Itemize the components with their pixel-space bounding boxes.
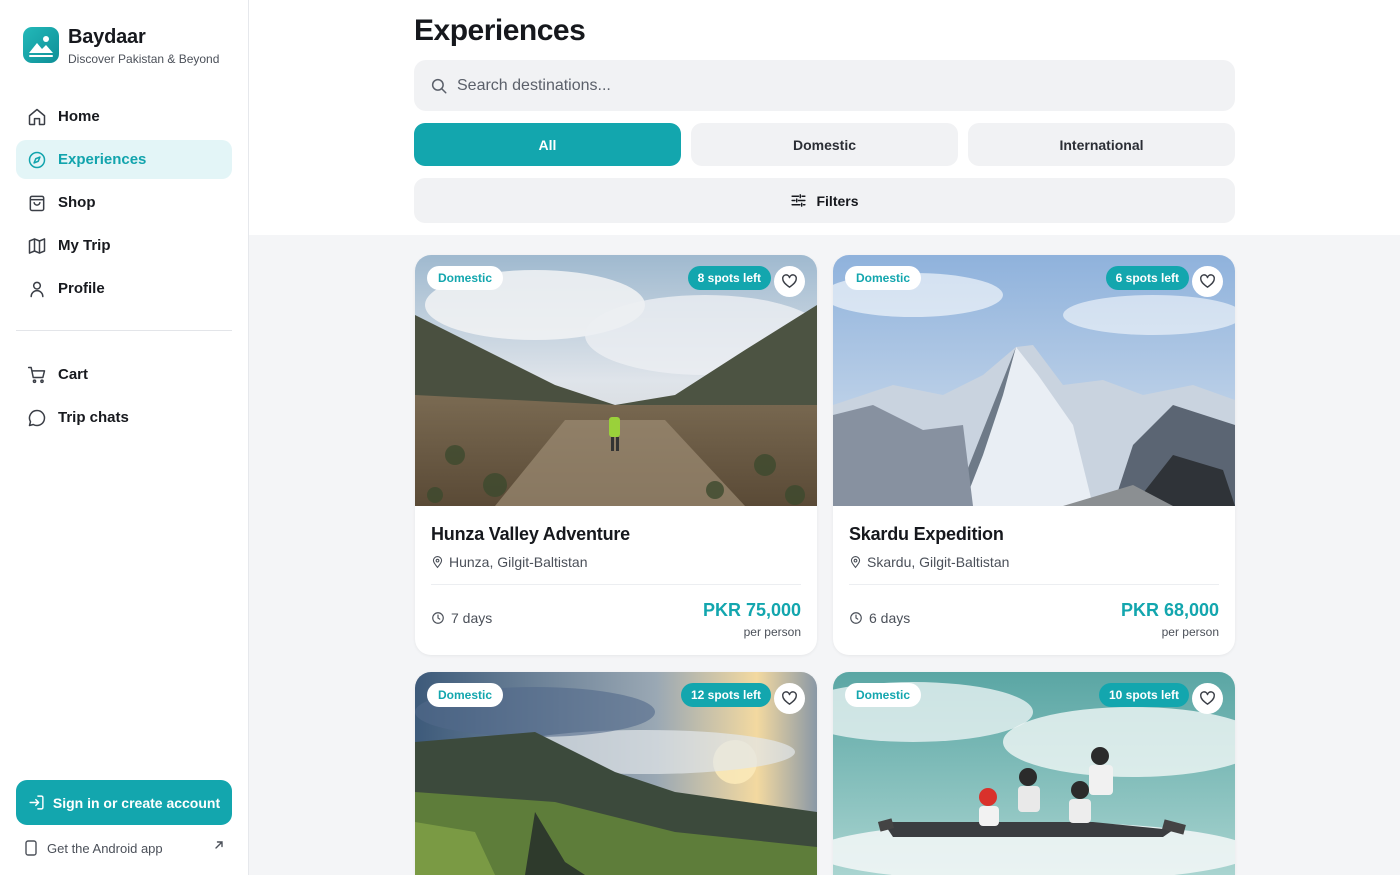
heart-icon: [782, 274, 797, 288]
experience-card[interactable]: Domestic 12 spots left: [415, 672, 817, 875]
experience-image: Domestic 12 spots left: [415, 672, 817, 875]
sidebar-item-label: My Trip: [58, 237, 111, 254]
secondary-nav: Cart Trip chats: [16, 355, 232, 441]
category-badge: Domestic: [427, 266, 504, 290]
price-unit: per person: [743, 625, 801, 639]
primary-nav: Home Experiences Shop My Trip Profile: [16, 97, 232, 312]
sidebar-item-home[interactable]: Home: [16, 97, 232, 136]
category-badge: Domestic: [845, 683, 922, 707]
experience-title: Hunza Valley Adventure: [431, 524, 630, 544]
search-icon: [431, 78, 447, 93]
favorite-button[interactable]: [774, 266, 805, 297]
home-icon: [27, 107, 47, 127]
favorite-button[interactable]: [774, 683, 805, 714]
external-link-icon: [215, 841, 223, 849]
sidebar-item-cart[interactable]: Cart: [16, 355, 232, 394]
card-divider: [849, 584, 1219, 585]
experience-card[interactable]: Domestic 8 spots left Hunza Valley Adven…: [415, 255, 817, 655]
sidebar: Baydaar Discover Pakistan & Beyond Home …: [0, 0, 249, 875]
favorite-button[interactable]: [1192, 683, 1223, 714]
logo-icon: [23, 27, 59, 63]
segment-domestic[interactable]: Domestic: [691, 123, 958, 166]
search-bar[interactable]: [414, 60, 1235, 111]
experience-image: Domestic 6 spots left: [833, 255, 1235, 506]
card-divider: [431, 584, 801, 585]
price-unit: per person: [1161, 625, 1219, 639]
experience-card[interactable]: Domestic 10 spots left: [833, 672, 1235, 875]
map-icon: [27, 236, 47, 256]
android-app-label: Get the Android app: [47, 840, 163, 856]
spots-left-badge: 6 spots left: [1105, 266, 1189, 290]
experience-duration: 7 days: [431, 610, 492, 626]
experience-duration: 6 days: [849, 610, 910, 626]
spots-left-badge: 8 spots left: [687, 266, 771, 290]
map-pin-icon: [850, 556, 861, 569]
heart-icon: [1200, 274, 1215, 288]
sidebar-item-trip-chats[interactable]: Trip chats: [16, 398, 232, 437]
experience-card[interactable]: Domestic 6 spots left Skardu Expedition …: [833, 255, 1235, 655]
user-icon: [27, 279, 47, 299]
duration-text: 6 days: [869, 610, 911, 626]
page-title: Experiences: [414, 14, 586, 47]
filters-label: Filters: [816, 192, 859, 209]
sidebar-item-my-trip[interactable]: My Trip: [16, 226, 232, 265]
experience-image: Domestic 8 spots left: [415, 255, 817, 506]
brand-name: Baydaar: [68, 26, 146, 48]
brand[interactable]: Baydaar Discover Pakistan & Beyond: [23, 27, 219, 66]
sign-in-label: Sign in or create account: [52, 794, 221, 811]
sidebar-item-label: Cart: [58, 366, 89, 383]
heart-icon: [1200, 691, 1215, 705]
category-badge: Domestic: [427, 683, 504, 707]
location-text: Hunza, Gilgit-Baltistan: [449, 554, 588, 570]
experience-location: Skardu, Gilgit-Baltistan: [849, 554, 1219, 570]
chat-bubble-icon: [27, 408, 47, 428]
experience-price: PKR 75,000: [702, 600, 801, 620]
experience-price: PKR 68,000: [1120, 600, 1219, 620]
sidebar-item-label: Profile: [58, 280, 105, 297]
map-pin-icon: [432, 556, 443, 569]
clock-icon: [432, 612, 444, 624]
sidebar-item-label: Trip chats: [58, 409, 129, 426]
spots-left-badge: 12 spots left: [680, 683, 771, 707]
sidebar-item-shop[interactable]: Shop: [16, 183, 232, 222]
search-input[interactable]: [457, 76, 1157, 95]
sidebar-item-label: Home: [58, 108, 100, 125]
cart-icon: [27, 365, 47, 385]
filters-button[interactable]: Filters: [414, 178, 1235, 223]
compass-icon: [27, 150, 47, 170]
duration-text: 7 days: [451, 610, 493, 626]
location-text: Skardu, Gilgit-Baltistan: [867, 554, 1010, 570]
experience-title: Skardu Expedition: [849, 524, 1004, 544]
sign-in-icon: [29, 795, 44, 810]
segment-international[interactable]: International: [968, 123, 1235, 166]
heart-icon: [782, 691, 797, 705]
sidebar-item-profile[interactable]: Profile: [16, 269, 232, 308]
shopping-bag-icon: [27, 193, 47, 213]
sliders-icon: [791, 194, 807, 207]
smartphone-icon: [25, 840, 37, 856]
favorite-button[interactable]: [1192, 266, 1223, 297]
experiences-header: Experiences All Domestic International F…: [249, 0, 1400, 235]
clock-icon: [850, 612, 862, 624]
nav-divider: [16, 330, 232, 331]
segment-all[interactable]: All: [414, 123, 681, 166]
android-app-link[interactable]: Get the Android app: [24, 838, 224, 858]
spots-left-badge: 10 spots left: [1098, 683, 1189, 707]
sidebar-item-experiences[interactable]: Experiences: [16, 140, 232, 179]
brand-tagline: Discover Pakistan & Beyond: [68, 52, 220, 66]
category-badge: Domestic: [845, 266, 922, 290]
category-segmented-control: All Domestic International: [414, 123, 1235, 166]
sidebar-item-label: Experiences: [58, 151, 147, 168]
sidebar-item-label: Shop: [58, 194, 96, 211]
experience-location: Hunza, Gilgit-Baltistan: [431, 554, 801, 570]
experience-image: Domestic 10 spots left: [833, 672, 1235, 875]
sign-in-button[interactable]: Sign in or create account: [16, 780, 232, 825]
